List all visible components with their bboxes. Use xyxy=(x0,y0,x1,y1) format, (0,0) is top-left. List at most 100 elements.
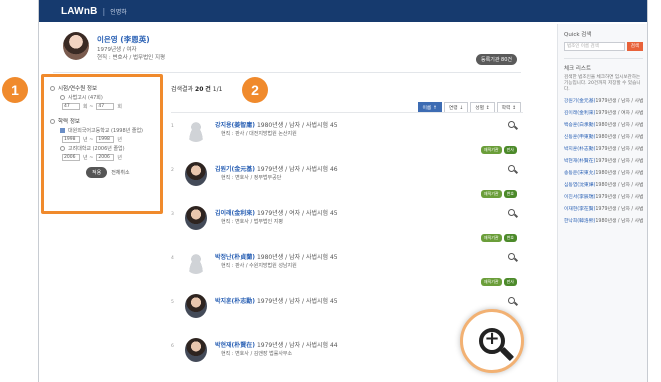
edu1-from-input[interactable]: 1998 xyxy=(62,136,80,143)
edu2-to-input[interactable]: 2006 xyxy=(96,154,115,161)
result-title[interactable]: 박지훈(朴志勳) 1979년생 / 남자 / 사법시험 45 xyxy=(215,296,338,305)
quick-search-input[interactable]: 법조인 이름 검색 xyxy=(564,42,625,51)
check-list-name[interactable]: 이진서(李辰瑞) xyxy=(564,195,595,200)
step-marker-2: 2 xyxy=(242,77,268,103)
check-list-item[interactable]: 김이래(金利來)1979년생 / 여자 / 사법시험 45× xyxy=(564,108,643,120)
check-list-name[interactable]: 강원기(金元基) xyxy=(564,99,595,104)
result-tag[interactable]: 판사 xyxy=(503,278,517,286)
result-title[interactable]: 김이래(金利來) 1979년생 / 여자 / 사법시험 45 xyxy=(215,208,338,217)
check-list-item[interactable]: 박현재(朴賢在)1979년생 / 남자 / 사법시험 44× xyxy=(564,156,643,168)
result-tag[interactable]: 재직기관 xyxy=(480,278,502,286)
check-list-item[interactable]: 이재현(李在賢)1979년생 / 남자 / 사법시험 44× xyxy=(564,204,643,216)
result-tag[interactable]: 재직기관 xyxy=(480,234,502,242)
check-list-name[interactable]: 백승훈(白承勳) xyxy=(564,123,595,128)
check-list-item[interactable]: 이진서(李辰瑞)1979년생 / 남자 / 사법시험 44× xyxy=(564,192,643,204)
result-tag[interactable]: 판사 xyxy=(503,146,517,154)
check-list-item[interactable]: 강원기(金元基)1979년생 / 남자 / 사법시험 46× xyxy=(564,96,643,108)
check-list-name[interactable]: 한낙희(韓洛熙) xyxy=(564,219,595,224)
result-tag[interactable]: 재직기관 xyxy=(480,146,502,154)
magnifier-icon[interactable] xyxy=(508,121,515,128)
profile-current-position: 현직 : 변호사 / 법무법인 지평 xyxy=(97,55,166,61)
registration-badge[interactable]: 등록기관 80건 xyxy=(476,54,517,65)
check-list-name[interactable]: 박지훈(朴志勳) xyxy=(564,147,595,152)
result-title[interactable]: 박정난(朴貞蘭) 1980년생 / 남자 / 사법시험 45 xyxy=(215,252,338,261)
result-item[interactable]: 2 김원기(金元基) 1979년생 / 남자 / 사법시험 46 현직 : 변호사 … xyxy=(171,162,523,206)
results-divider xyxy=(171,112,523,113)
lawnb-logo[interactable]: LAWnB xyxy=(61,6,98,17)
result-name[interactable]: 박지훈(朴志勳) xyxy=(215,298,255,305)
check-list-item[interactable]: 한낙희(韓洛熙)1980년생 / 남자 / 사법시험 44× xyxy=(564,216,643,228)
check-list-info: 1979년생 / 남자 / 사법시험 44 xyxy=(595,195,643,200)
quick-search-button[interactable]: 검색 xyxy=(626,42,643,51)
radio-icon xyxy=(60,95,65,100)
result-title[interactable]: 박현재(朴賢在) 1979년생 / 남자 / 사법시험 44 xyxy=(215,340,338,349)
filter-panel: 시험/연수원 정보 사법고시 (47회) 47 회 ~ 47 회 학력 정보 대… xyxy=(41,74,163,214)
result-name[interactable]: 강지용(姜智庸) xyxy=(215,122,255,129)
result-tag[interactable]: 재직기관 xyxy=(480,190,502,198)
exam-to-input[interactable]: 47 xyxy=(96,103,115,110)
education-option-1[interactable]: 대원외국어고등학교 (1998년 졸업) xyxy=(50,127,154,134)
service-subtitle[interactable]: 인명하 xyxy=(110,7,127,16)
result-tags: 재직기관변호 xyxy=(480,234,517,242)
result-name[interactable]: 김이래(金利來) xyxy=(215,210,255,217)
header-divider xyxy=(53,72,521,73)
range-separator: 회 ~ xyxy=(83,104,94,110)
check-list-name[interactable]: 신동훈(申東勳) xyxy=(564,135,595,140)
result-info: 1979년생 / 남자 / 사법시험 46 xyxy=(256,166,338,173)
result-number: 3 xyxy=(171,212,174,217)
check-list-name[interactable]: 박현재(朴賢在) xyxy=(564,159,595,164)
check-list-info: 1980년생 / 남자 / 사법시험 44 xyxy=(595,171,643,176)
result-position: 현직 : 판사 / 대전지방법원 논산지원 xyxy=(221,131,297,137)
magnifier-icon[interactable] xyxy=(508,165,515,172)
app-window: LAWnB | 인명하 이은영 (李恩英) 1979년생 / 여자 현직 : 변… xyxy=(38,0,648,382)
education-option-2-label: 고려대학교 (2006년 졸업) xyxy=(68,146,125,152)
check-list-name[interactable]: 심동엽(沈東燁) xyxy=(564,183,595,188)
check-list-item[interactable]: 심동엽(沈東燁)1980년생 / 남자 / 사법시험 44× xyxy=(564,180,643,192)
result-title[interactable]: 강지용(姜智庸) 1980년생 / 남자 / 사법시험 45 xyxy=(215,120,338,129)
check-list-name[interactable]: 김이래(金利來) xyxy=(564,111,595,116)
check-list-name[interactable]: 이재현(李在賢) xyxy=(564,207,595,212)
check-list-item[interactable]: 백승훈(白承勳)1980년생 / 남자 / 사법시험 45× xyxy=(564,120,643,132)
result-item[interactable]: 4 박정난(朴貞蘭) 1980년생 / 남자 / 사법시험 45 현직 : 판사 /… xyxy=(171,250,523,294)
result-avatar xyxy=(185,162,207,186)
education-option-2[interactable]: 고려대학교 (2006년 졸업) xyxy=(50,145,154,152)
result-number: 6 xyxy=(171,344,174,349)
result-item[interactable]: 1 강지용(姜智庸) 1980년생 / 남자 / 사법시험 45 현직 : 판사 /… xyxy=(171,118,523,162)
check-list-item[interactable]: 박지훈(朴志勳)1979년생 / 남자 / 사법시험 45× xyxy=(564,144,643,156)
magnifier-icon[interactable] xyxy=(508,297,515,304)
exam-from-input[interactable]: 47 xyxy=(62,103,80,110)
education-info-group[interactable]: 학력 정보 xyxy=(50,117,154,125)
exam-option[interactable]: 사법고시 (47회) xyxy=(50,94,154,101)
exam-info-group[interactable]: 시험/연수원 정보 xyxy=(50,84,154,92)
year-separator: 년 ~ xyxy=(83,155,94,161)
filter-actions: 적용 전체취소 xyxy=(50,167,154,178)
reset-all-link[interactable]: 전체취소 xyxy=(111,169,129,176)
result-number: 1 xyxy=(171,124,174,129)
check-list: 강원기(金元基)1979년생 / 남자 / 사법시험 46×김이래(金利來)19… xyxy=(564,96,643,228)
edu1-to-input[interactable]: 1998 xyxy=(96,136,115,143)
result-position: 현직 : 변호사 / 김앤장 법률사무소 xyxy=(221,351,293,357)
result-item[interactable]: 3 김이래(金利來) 1979년생 / 여자 / 사법시험 45 현직 : 변호사 … xyxy=(171,206,523,250)
result-title[interactable]: 김원기(金元基) 1979년생 / 남자 / 사법시험 46 xyxy=(215,164,338,173)
result-name[interactable]: 박정난(朴貞蘭) xyxy=(215,254,255,261)
magnifier-icon[interactable] xyxy=(508,209,515,216)
exam-info-title: 시험/연수원 정보 xyxy=(58,86,98,92)
zoom-button[interactable] xyxy=(460,309,524,373)
result-name[interactable]: 김원기(金元基) xyxy=(215,166,255,173)
result-info: 1979년생 / 남자 / 사법시험 44 xyxy=(256,342,338,349)
magnifier-icon[interactable] xyxy=(508,253,515,260)
apply-button[interactable]: 적용 xyxy=(86,167,108,178)
check-list-info: 1979년생 / 남자 / 사법시험 46 xyxy=(595,99,643,104)
year-suffix: 년 xyxy=(117,155,122,161)
result-tag[interactable]: 변호 xyxy=(503,234,517,242)
check-list-title: 체크 리스트 xyxy=(564,66,592,72)
result-tag[interactable]: 변호 xyxy=(503,190,517,198)
check-list-item[interactable]: 송동윤(宋東允)1980년생 / 남자 / 사법시험 44× xyxy=(564,168,643,180)
results-count: 20 xyxy=(195,86,204,93)
check-list-name[interactable]: 송동윤(宋東允) xyxy=(564,171,595,176)
result-name[interactable]: 박현재(朴賢在) xyxy=(215,342,255,349)
result-position: 현직 : 변호사 / 정부법무공단 xyxy=(221,175,282,181)
check-list-item[interactable]: 신동훈(申東勳)1980년생 / 남자 / 사법시험 45× xyxy=(564,132,643,144)
edu2-from-input[interactable]: 2006 xyxy=(62,154,80,161)
exam-range: 47 회 ~ 47 회 xyxy=(50,103,154,110)
